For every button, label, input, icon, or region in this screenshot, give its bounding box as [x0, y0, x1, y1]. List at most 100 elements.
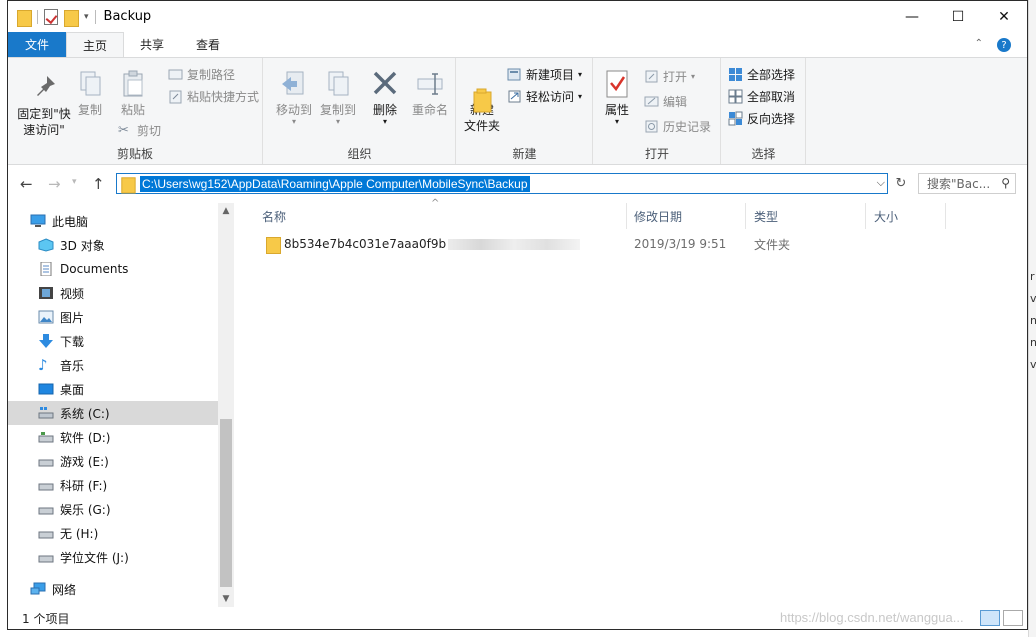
address-bar[interactable]: C:\Users\wg152\AppData\Roaming\Apple Com…	[116, 173, 888, 194]
open-group-label: 打开	[644, 147, 669, 161]
scroll-up-icon[interactable]: ▲	[218, 203, 234, 219]
pin-quick-access-button[interactable]: 固定到"快速访问"	[16, 72, 72, 138]
customize-qat-icon[interactable]: ▾	[84, 12, 89, 22]
close-button[interactable]: ✕	[981, 1, 1027, 32]
properties-icon[interactable]	[44, 8, 58, 25]
nav-item-label: 娱乐 (G:)	[60, 502, 111, 517]
new-folder-icon	[467, 68, 497, 113]
nav-item-label: 桌面	[60, 382, 85, 397]
maximize-button[interactable]: ☐	[935, 1, 981, 32]
nav-item-pictures[interactable]: 图片	[38, 305, 218, 329]
tab-file[interactable]: 文件	[8, 32, 67, 57]
open-label: 打开	[663, 70, 688, 84]
move-to-button[interactable]: 移动到 ▾	[274, 68, 314, 126]
nav-item-label: 科研 (F:)	[60, 478, 108, 493]
nav-item-videos[interactable]: 视频	[38, 281, 218, 305]
nav-item-music[interactable]: ♪ 音乐	[38, 353, 218, 377]
expand-ribbon-icon[interactable]: ⌃	[975, 38, 983, 52]
select-none-button[interactable]: 全部取消	[728, 88, 795, 105]
up-arrow-icon[interactable]: ↑	[92, 175, 105, 193]
invert-selection-button[interactable]: 反向选择	[728, 110, 795, 127]
ribbon-options: ⌃ ?	[975, 38, 1011, 52]
nav-item-documents[interactable]: Documents	[38, 257, 218, 281]
file-row[interactable]: 8b534e7b4c031e7aaa0f9b 2019/3/19 9:51 文件…	[254, 233, 944, 255]
new-folder-icon[interactable]	[64, 9, 79, 27]
qat-divider	[94, 9, 96, 24]
nav-scrollbar-thumb[interactable]	[220, 419, 232, 587]
large-icons-view-icon[interactable]	[1003, 610, 1023, 626]
open-button[interactable]: 打开 ▾	[644, 68, 695, 85]
help-icon[interactable]: ?	[997, 38, 1011, 52]
address-dropdown-icon[interactable]: ⌵	[877, 176, 885, 190]
file-type: 文件夹	[754, 237, 791, 252]
scroll-down-icon[interactable]: ▼	[218, 591, 234, 607]
nav-item-label: 软件 (D:)	[60, 430, 111, 445]
nav-item-desktop[interactable]: 桌面	[38, 377, 218, 401]
column-header-type[interactable]: 类型	[746, 203, 866, 229]
nav-item-label: 视频	[60, 286, 85, 301]
easy-access-button[interactable]: 轻松访问 ▾	[507, 88, 582, 105]
forward-arrow-icon[interactable]: →	[48, 175, 61, 193]
background-window-edge: r v n n v	[1028, 0, 1036, 637]
select-all-icon	[728, 67, 743, 82]
paste-shortcut-button[interactable]: 粘贴快捷方式	[168, 88, 259, 105]
new-folder-button[interactable]: 新建 文件夹	[459, 68, 505, 134]
download-icon	[38, 334, 54, 348]
back-arrow-icon[interactable]: ←	[20, 175, 33, 193]
new-group: 新建 文件夹 新建项目 ▾ 轻松访问 ▾ 新建	[457, 58, 593, 164]
history-button[interactable]: 历史记录	[644, 118, 711, 135]
nav-item-label: Documents	[60, 262, 129, 276]
select-all-button[interactable]: 全部选择	[728, 66, 795, 83]
paste-button[interactable]: 粘贴	[115, 68, 151, 118]
open-icon	[644, 69, 659, 84]
edit-icon	[644, 94, 659, 109]
invert-selection-icon	[728, 111, 743, 126]
nav-item-software-d[interactable]: 软件 (D:)	[38, 425, 218, 449]
column-header-name[interactable]: 名称	[254, 203, 627, 229]
tab-share[interactable]: 共享	[124, 32, 180, 57]
recent-locations-icon[interactable]: ▾	[72, 177, 77, 187]
move-to-icon	[279, 68, 309, 100]
nav-item-downloads[interactable]: 下载	[38, 329, 218, 353]
cut-button[interactable]: ✂ 剪切	[118, 122, 161, 139]
refresh-icon[interactable]: ↻	[892, 173, 910, 194]
drive-icon	[38, 478, 54, 492]
edit-button[interactable]: 编辑	[644, 93, 687, 110]
properties-button[interactable]: 属性 ▾	[600, 68, 634, 126]
copy-to-button[interactable]: 复制到 ▾	[318, 68, 358, 126]
address-path[interactable]: C:\Users\wg152\AppData\Roaming\Apple Com…	[140, 175, 530, 192]
copy-path-button[interactable]: 复制路径	[168, 66, 235, 83]
paste-label: 粘贴	[120, 103, 145, 117]
drive-icon	[38, 430, 54, 444]
new-item-button[interactable]: 新建项目 ▾	[507, 66, 582, 83]
minimize-button[interactable]: —	[889, 1, 935, 32]
nav-item-network[interactable]: 网络	[30, 577, 218, 601]
tab-view[interactable]: 查看	[180, 32, 236, 57]
nav-item-games-e[interactable]: 游戏 (E:)	[38, 449, 218, 473]
rename-button[interactable]: 重命名	[410, 68, 450, 118]
nav-item-this-pc[interactable]: 此电脑	[30, 209, 218, 233]
navigation-pane: 此电脑 3D 对象 Documents 视频 图片 下载 ♪ 音乐 桌面 系统 …	[8, 203, 234, 607]
move-to-label: 移动到	[275, 103, 312, 117]
delete-button[interactable]: 删除 ▾	[370, 68, 400, 126]
column-header-size[interactable]: 大小	[866, 203, 946, 229]
ribbon: 固定到"快速访问" 复制 粘贴 复制路径 粘贴快捷方式 ✂ 剪切 剪贴板 移动到…	[8, 57, 1027, 165]
paste-icon	[118, 68, 148, 100]
item-count: 1 个项目	[22, 612, 70, 626]
navigation-bar: ← → ▾ ↑ C:\Users\wg152\AppData\Roaming\A…	[8, 165, 1027, 203]
search-placeholder: 搜索"Bac...	[927, 177, 991, 191]
new-item-dropdown-icon: ▾	[578, 70, 583, 79]
nav-item-system-c[interactable]: 系统 (C:)	[8, 401, 218, 425]
nav-item-research-f[interactable]: 科研 (F:)	[38, 473, 218, 497]
nav-item-entertainment-g[interactable]: 娱乐 (G:)	[38, 497, 218, 521]
details-view-icon[interactable]	[980, 610, 1000, 626]
nav-item-label: 音乐	[60, 358, 85, 373]
search-input[interactable]: 搜索"Bac... ⚲	[918, 173, 1016, 194]
column-header-modified[interactable]: 修改日期	[626, 203, 746, 229]
new-item-icon	[507, 67, 522, 82]
nav-item-thesis-j[interactable]: 学位文件 (J:)	[38, 545, 218, 569]
nav-item-none-h[interactable]: 无 (H:)	[38, 521, 218, 545]
tab-home[interactable]: 主页	[66, 32, 125, 57]
nav-item-3d-objects[interactable]: 3D 对象	[38, 233, 218, 257]
copy-button[interactable]: 复制	[74, 68, 106, 118]
